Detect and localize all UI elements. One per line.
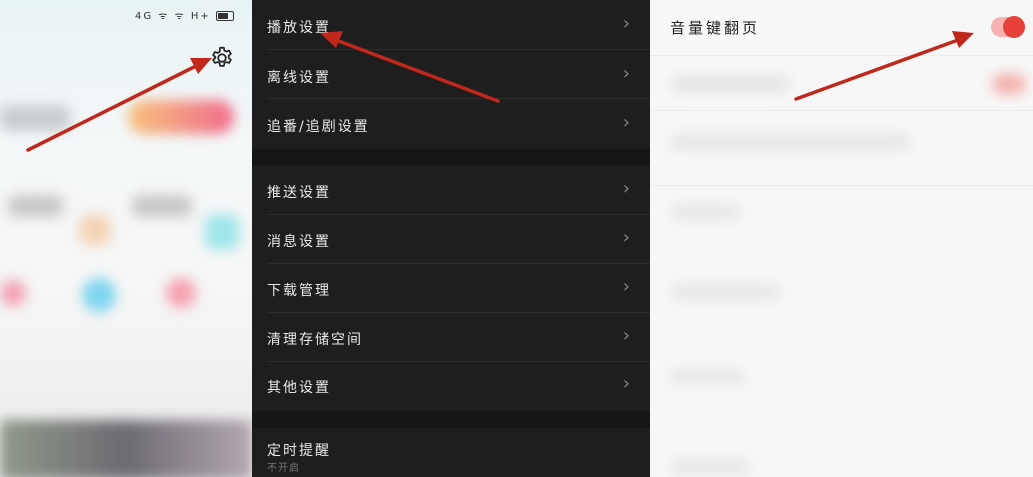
home-screen-panel: 4G ᯤ ᯤ H+: [0, 0, 252, 477]
volume-key-page-turn-toggle[interactable]: [991, 16, 1025, 38]
settings-item-label: 下载管理: [267, 283, 331, 299]
settings-item-downloads[interactable]: 下载管理 ›: [252, 264, 650, 313]
blurred-icon: [166, 278, 196, 308]
settings-item-label: 离线设置: [267, 70, 331, 86]
divider: [650, 55, 1033, 56]
settings-item-label: 追番/追剧设置: [267, 119, 370, 135]
settings-item-label: 定时提醒: [267, 443, 331, 459]
blurred-icon: [82, 278, 116, 312]
settings-item-label: 清理存储空间: [267, 332, 363, 348]
battery-icon: [216, 11, 234, 21]
settings-item-label: 消息设置: [267, 234, 331, 250]
signal-icon: ᯤ ᯤ: [158, 11, 186, 22]
settings-item-sublabel: 不开启: [267, 463, 300, 474]
blurred-setting-label: [670, 76, 790, 92]
chevron-right-icon: ›: [622, 227, 632, 248]
chevron-right-icon: ›: [622, 276, 632, 297]
settings-item-reminder[interactable]: 定时提醒 不开启: [252, 428, 650, 477]
settings-item-push[interactable]: 推送设置 ›: [252, 166, 650, 215]
network-extra: H+: [190, 11, 211, 22]
blurred-icon: [0, 280, 26, 306]
settings-item-offline[interactable]: 离线设置 ›: [252, 50, 650, 99]
blurred-setting-label: [670, 134, 910, 150]
chevron-right-icon: ›: [622, 178, 632, 199]
status-bar: 4G ᯤ ᯤ H+: [135, 8, 234, 22]
settings-item-label: 其他设置: [267, 380, 331, 396]
chevron-right-icon: ›: [622, 13, 632, 34]
divider: [650, 110, 1033, 111]
settings-item-other[interactable]: 其他设置 ›: [252, 362, 650, 411]
player-settings-panel: 音量键翻页: [650, 0, 1033, 477]
blurred-vip-button: [128, 100, 234, 134]
blurred-profile-bar: [0, 105, 70, 131]
chevron-right-icon: ›: [622, 63, 632, 84]
chevron-right-icon: ›: [622, 325, 632, 346]
blurred-icon: [80, 215, 110, 245]
blurred-stat: [8, 195, 63, 217]
settings-item-label: 推送设置: [267, 185, 331, 201]
chevron-right-icon: ›: [622, 373, 632, 394]
blurred-banner: [0, 420, 252, 477]
network-indicator: 4G: [134, 11, 154, 22]
blurred-setting-label: [670, 370, 745, 384]
blurred-icon: [205, 215, 239, 249]
settings-item-clear-storage[interactable]: 清理存储空间 ›: [252, 313, 650, 362]
blurred-stat: [132, 195, 192, 217]
chevron-right-icon: ›: [622, 112, 632, 133]
settings-item-playback[interactable]: 播放设置 ›: [252, 0, 650, 50]
blurred-setting-label: [670, 285, 780, 299]
blurred-setting-label: [670, 460, 750, 474]
blurred-toggle: [992, 74, 1026, 94]
blurred-setting-label: [670, 205, 740, 219]
settings-item-label: 播放设置: [267, 20, 331, 36]
divider: [650, 185, 1033, 186]
toggle-knob: [1003, 16, 1025, 38]
gear-icon[interactable]: [209, 45, 235, 71]
settings-panel: 播放设置 › 离线设置 › 追番/追剧设置 › 推送设置 › 消息设置 › 下载…: [252, 0, 650, 477]
settings-item-messages[interactable]: 消息设置 ›: [252, 215, 650, 264]
settings-item-follow[interactable]: 追番/追剧设置 ›: [252, 99, 650, 149]
volume-key-page-turn-label: 音量键翻页: [670, 19, 761, 37]
